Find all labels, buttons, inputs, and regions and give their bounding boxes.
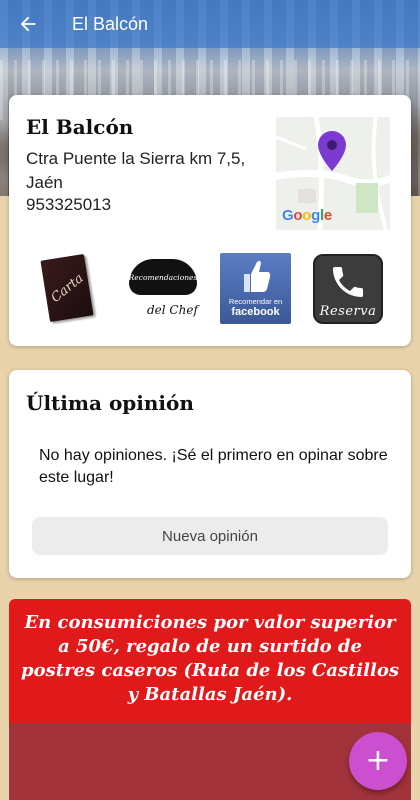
latest-review-card: Última opinión No hay opiniones. ¡Sé el … [9,370,411,578]
arrow-left-icon [20,16,36,32]
back-button[interactable] [0,0,56,48]
restaurant-name: El Balcón [26,115,134,139]
quick-actions: Carta Recomendaciones del Chef Recomenda… [9,253,411,327]
review-section-title: Última opinión [26,391,194,415]
chef-hat-icon: Recomendaciones [129,259,197,295]
facebook-tile: Recomendar en facebook [220,253,291,324]
chef-bottom-label: del Chef [147,303,198,317]
restaurant-info-card: El Balcón Ctra Puente la Sierra km 7,5, … [9,95,411,346]
new-review-button[interactable]: Nueva opinión [32,517,388,555]
reserva-tile: Reserva [313,254,383,324]
facebook-small-label: Recomendar en [228,297,283,306]
restaurant-phone[interactable]: 953325013 [26,195,111,215]
add-fab-button[interactable]: + [349,732,407,790]
chef-recommendations-button[interactable]: Recomendaciones del Chef [127,253,199,327]
plus-icon: + [365,743,391,778]
map-pin-icon [318,131,346,171]
google-logo: Google [282,207,332,224]
facebook-recommend-button[interactable]: Recomendar en facebook [220,253,292,327]
app-bar: El Balcón [0,0,420,48]
map-thumbnail[interactable]: Google [276,117,390,230]
chef-top-label: Recomendaciones [128,272,198,282]
menu-book-icon: Carta [40,253,94,323]
carta-label: Carta [47,270,87,306]
no-reviews-message: No hay opiniones. ¡Sé el primero en opin… [39,447,388,486]
phone-icon [333,267,363,297]
facebook-big-label: facebook [231,306,280,318]
restaurant-address: Ctra Puente la Sierra km 7,5, Jaén [26,149,246,192]
reserva-button[interactable]: Reserva [312,253,384,327]
reserva-label: Reserva [319,304,377,319]
promo-text: En consumiciones por valor superior a 50… [21,612,399,705]
thumbs-up-icon [244,260,271,292]
page-title: El Balcón [72,13,149,34]
menu-carta-button[interactable]: Carta [40,253,101,327]
